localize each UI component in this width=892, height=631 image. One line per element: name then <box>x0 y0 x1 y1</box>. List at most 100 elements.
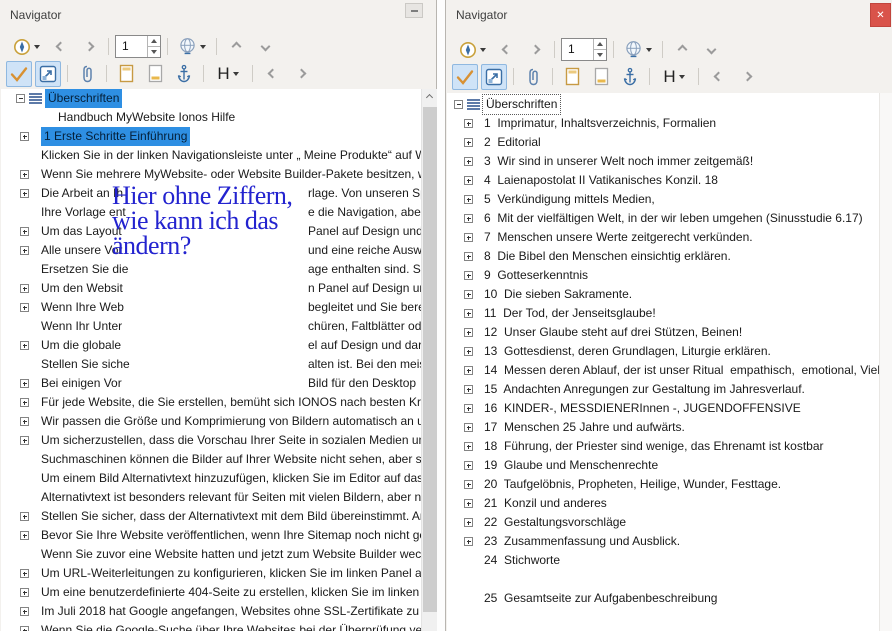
expand-plus-icon[interactable] <box>20 626 29 631</box>
expand-plus-icon[interactable] <box>464 366 473 375</box>
next-button[interactable] <box>76 34 102 60</box>
tree-row[interactable]: 14 Messen deren Ablauf, der ist unser Ri… <box>447 361 879 380</box>
navigate-by-button[interactable] <box>8 34 44 60</box>
anchor-button[interactable] <box>171 61 197 87</box>
collapse-minus-icon[interactable] <box>16 94 25 103</box>
spin-up-icon[interactable] <box>151 39 157 43</box>
previous-button[interactable] <box>493 37 519 63</box>
expand-plus-icon[interactable] <box>464 404 473 413</box>
close-button[interactable]: ✕ <box>870 3 891 27</box>
expand-plus-icon[interactable] <box>464 138 473 147</box>
expand-plus-icon[interactable] <box>464 328 473 337</box>
expand-plus-icon[interactable] <box>464 480 473 489</box>
tree-row[interactable]: Wenn Sie die Google-Suche über Ihre Webs… <box>1 621 421 631</box>
tree-row[interactable]: Wenn Ihre Webbegleitet und Sie bere <box>1 298 421 317</box>
footer-button[interactable] <box>142 61 168 87</box>
expand-plus-icon[interactable] <box>20 436 29 445</box>
expand-plus-icon[interactable] <box>464 195 473 204</box>
tree-row[interactable]: 2 Editorial <box>447 133 879 152</box>
spin-buttons[interactable] <box>147 36 160 57</box>
next-button[interactable] <box>522 37 548 63</box>
footer-button[interactable] <box>588 64 614 90</box>
tree-row[interactable]: Um eine benutzerdefinierte 404-Seite zu … <box>1 583 421 602</box>
tree-row[interactable]: 24 Stichworte <box>447 551 879 570</box>
tree-root-row[interactable]: Überschriften <box>447 95 879 114</box>
tree-row[interactable]: Um sicherzustellen, dass die Vorschau Ih… <box>1 431 421 450</box>
tree-row[interactable]: 9 Gotteserkenntnis <box>447 266 879 285</box>
expand-plus-icon[interactable] <box>464 271 473 280</box>
expand-plus-icon[interactable] <box>464 119 473 128</box>
expand-plus-icon[interactable] <box>464 385 473 394</box>
forward-button[interactable] <box>734 64 760 90</box>
expand-plus-icon[interactable] <box>20 417 29 426</box>
spin-down-icon[interactable] <box>597 53 603 57</box>
tree-row[interactable]: 15 Andachten Anregungen zur Gestaltung i… <box>447 380 879 399</box>
window-separator[interactable] <box>437 0 445 631</box>
anchor-button[interactable] <box>617 64 643 90</box>
drag-mode-button[interactable] <box>35 61 61 87</box>
expand-plus-icon[interactable] <box>464 309 473 318</box>
expand-plus-icon[interactable] <box>464 499 473 508</box>
expand-plus-icon[interactable] <box>20 303 29 312</box>
expand-plus-icon[interactable] <box>464 423 473 432</box>
tree-row[interactable]: 11 Der Tod, der Jenseitsglaube! <box>447 304 879 323</box>
tree-row[interactable]: Wenn Sie zuvor eine Website hatten und j… <box>1 545 421 564</box>
navigate-by-globe-button[interactable] <box>174 34 210 60</box>
tree-row[interactable]: Ersetzen Sie dieage enthalten sind. Sie <box>1 260 421 279</box>
tree-row[interactable]: 1 Imprimatur, Inhaltsverzeichnis, Formal… <box>447 114 879 133</box>
header-button[interactable] <box>559 64 585 90</box>
tree-row[interactable]: 23 Zusammenfassung und Ausblick. <box>447 532 879 551</box>
tree-row[interactable]: Wir passen die Größe und Komprimierung v… <box>1 412 421 431</box>
spin-up-icon[interactable] <box>597 42 603 46</box>
tree-row[interactable]: Um URL-Weiterleitungen zu konfigurieren,… <box>1 564 421 583</box>
navigate-by-button[interactable] <box>454 37 490 63</box>
tree-row[interactable]: Bei einigen VorBild für den Desktop <box>1 374 421 393</box>
expand-plus-icon[interactable] <box>20 170 29 179</box>
expand-plus-icon[interactable] <box>464 233 473 242</box>
expand-plus-icon[interactable] <box>464 252 473 261</box>
move-down-button[interactable] <box>698 37 724 63</box>
page-number-spinbox[interactable]: 1 <box>561 38 607 61</box>
expand-plus-icon[interactable] <box>20 531 29 540</box>
tree-row[interactable]: 6 Mit der vielfältigen Welt, in der wir … <box>447 209 879 228</box>
tree-row[interactable]: Um die globaleel auf Design und dar <box>1 336 421 355</box>
tree-row[interactable]: 19 Glaube und Menschenrechte <box>447 456 879 475</box>
move-up-button[interactable] <box>223 34 249 60</box>
content-navigation-view-toggle[interactable] <box>6 61 32 87</box>
tree-row[interactable]: 1 Erste Schritte Einführung <box>1 127 421 146</box>
tree-row[interactable]: Für jede Website, die Sie erstellen, bem… <box>1 393 421 412</box>
expand-plus-icon[interactable] <box>20 569 29 578</box>
navigate-by-globe-button[interactable] <box>620 37 656 63</box>
expand-plus-icon[interactable] <box>20 284 29 293</box>
expand-plus-icon[interactable] <box>20 132 29 141</box>
heading-levels-button[interactable]: H <box>656 64 692 90</box>
attachments-button[interactable] <box>74 61 100 87</box>
tree-row[interactable]: Klicken Sie in der linken Navigationslei… <box>1 146 421 165</box>
tree-row[interactable]: Stellen Sie sichealten ist. Bei den meis <box>1 355 421 374</box>
right-scrollbar-track[interactable] <box>879 93 892 631</box>
tree-row[interactable]: Im Juli 2018 hat Google angefangen, Webs… <box>1 602 421 621</box>
heading-levels-button[interactable]: H <box>210 61 246 87</box>
panel-dock-button[interactable] <box>405 3 423 18</box>
previous-button[interactable] <box>47 34 73 60</box>
tree-root-row[interactable]: Überschriften <box>1 89 421 108</box>
page-number-value[interactable]: 1 <box>562 39 593 60</box>
page-number-spinbox[interactable]: 1 <box>115 35 161 58</box>
tree-row[interactable]: 25 Gesamtseite zur Aufgabenbeschreibung <box>447 589 879 608</box>
attachments-button[interactable] <box>520 64 546 90</box>
scrollbar-thumb[interactable] <box>423 107 437 612</box>
spin-down-icon[interactable] <box>151 50 157 54</box>
expand-plus-icon[interactable] <box>464 214 473 223</box>
expand-plus-icon[interactable] <box>20 512 29 521</box>
tree-row[interactable]: 18 Führung, der Priester sind wenige, da… <box>447 437 879 456</box>
expand-plus-icon[interactable] <box>20 246 29 255</box>
tree-row[interactable]: 5 Verkündigung mittels Medien, <box>447 190 879 209</box>
expand-plus-icon[interactable] <box>20 189 29 198</box>
tree-row[interactable]: 16 KINDER-, MESSDIENERInnen -, JUGENDOFF… <box>447 399 879 418</box>
spin-buttons[interactable] <box>593 39 606 60</box>
tree-row[interactable]: 12 Unser Glaube steht auf drei Stützen, … <box>447 323 879 342</box>
expand-plus-icon[interactable] <box>464 537 473 546</box>
tree-row[interactable]: 21 Konzil und anderes <box>447 494 879 513</box>
header-button[interactable] <box>113 61 139 87</box>
content-navigation-view-toggle[interactable] <box>452 64 478 90</box>
